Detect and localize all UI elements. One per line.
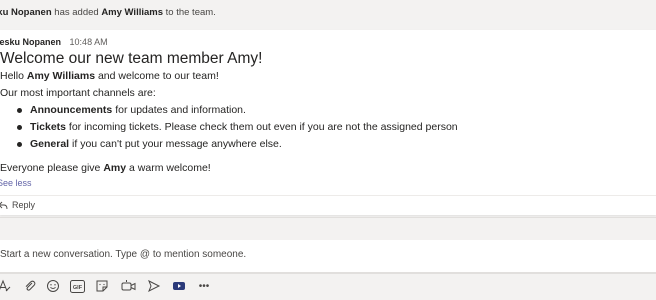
channels-list: Announcements for updates and informatio…	[0, 102, 650, 153]
reply-button[interactable]: Reply	[0, 200, 35, 210]
greeting-line: Hello Amy Williams and welcome to our te…	[0, 68, 650, 85]
closing-line: Everyone please give Amy a warm welcome!	[0, 160, 650, 177]
closing-suffix: a warm welcome!	[129, 162, 211, 174]
channel-description: if you can't put your message anywhere e…	[72, 138, 282, 150]
reply-label: Reply	[12, 200, 36, 210]
channel-item: General if you can't put your message an…	[17, 136, 650, 153]
post-time: 10:48 AM	[69, 37, 108, 47]
bullet-icon	[17, 125, 22, 130]
post-subject: Welcome our new team member Amy!	[0, 50, 263, 67]
post-author[interactable]: Vesku Nopanen	[0, 37, 61, 47]
closing-name: Amy	[103, 162, 127, 174]
sticker-icon[interactable]	[94, 278, 110, 294]
closing-prefix: Everyone please give	[0, 162, 101, 174]
attach-icon[interactable]	[22, 278, 38, 294]
greeting-suffix: and welcome to our team!	[97, 70, 219, 82]
channel-description: for updates and information.	[115, 104, 246, 116]
system-actor[interactable]: sku Nopanen	[0, 7, 52, 18]
system-message: sku Nopanen has added Amy Williams to th…	[0, 0, 648, 26]
reply-icon	[0, 201, 8, 210]
see-less-link[interactable]: See less	[0, 178, 32, 188]
format-icon[interactable]	[0, 278, 12, 294]
channels-intro: Our most important channels are:	[0, 87, 156, 99]
divider	[0, 217, 656, 218]
more-options-icon[interactable]: •••	[196, 278, 212, 294]
gif-label: GIF	[72, 285, 82, 291]
bullet-icon	[17, 142, 22, 147]
system-target[interactable]: Amy Williams	[101, 7, 163, 18]
meet-now-icon[interactable]	[120, 278, 136, 294]
stream-icon[interactable]	[171, 278, 187, 294]
praise-icon[interactable]	[146, 278, 162, 294]
greeting-prefix: Hello	[0, 70, 24, 82]
post-meta: Vesku Nopanen 10:48 AM	[0, 37, 108, 47]
post-card: Vesku Nopanen 10:48 AM Welcome our new t…	[0, 30, 656, 215]
greeting-name: Amy Williams	[26, 70, 96, 82]
reply-row: Reply	[0, 195, 656, 216]
system-action: has added	[54, 7, 99, 18]
bullet-icon	[17, 108, 22, 113]
emoji-icon[interactable]	[45, 278, 61, 294]
compose-box[interactable]: Start a new conversation. Type @ to ment…	[0, 240, 656, 274]
channel-item: Announcements for updates and informatio…	[17, 102, 650, 119]
compose-placeholder: Start a new conversation. Type @ to ment…	[0, 249, 247, 260]
compose-toolbar: GIF •••	[0, 278, 656, 296]
system-suffix: to the team.	[165, 7, 216, 18]
channel-name: Tickets	[30, 121, 66, 133]
channel-item: Tickets for incoming tickets. Please che…	[17, 119, 650, 136]
channel-description: for incoming tickets. Please check them …	[68, 121, 458, 133]
post-body: Hello Amy Williams and welcome to our te…	[0, 68, 650, 177]
gif-icon[interactable]: GIF	[69, 278, 85, 294]
channel-name: Announcements	[30, 104, 113, 116]
channel-name: General	[30, 138, 70, 150]
